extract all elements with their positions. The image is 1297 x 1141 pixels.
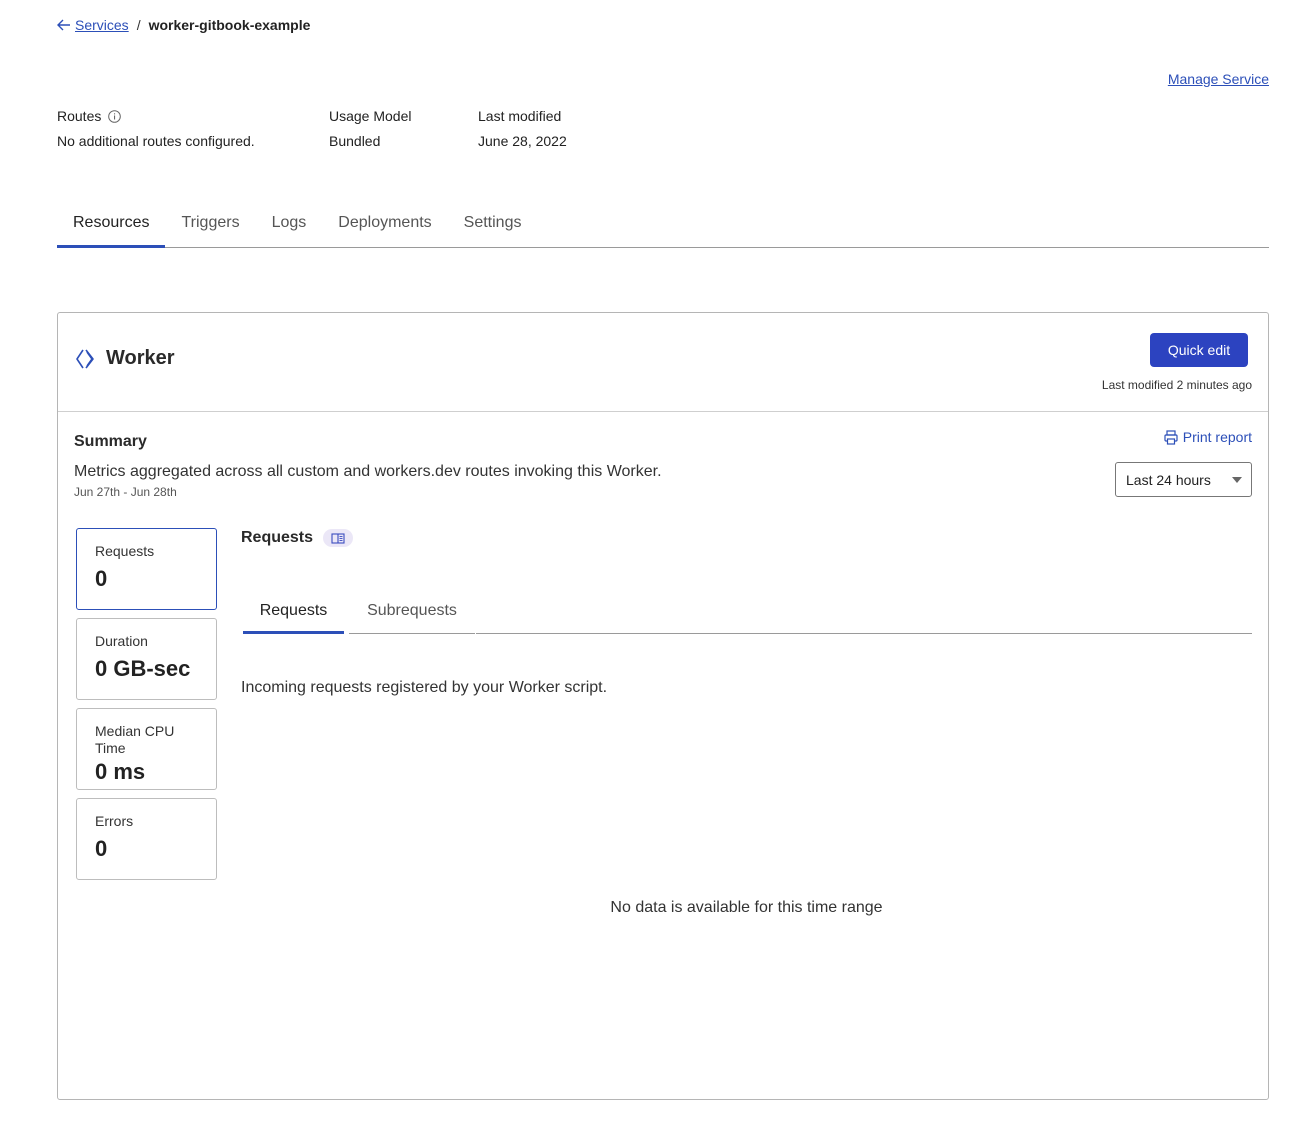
arrow-left-icon [57, 19, 70, 31]
quick-edit-button[interactable]: Quick edit [1150, 333, 1248, 367]
summary-date-range: Jun 27th - Jun 28th [74, 485, 177, 499]
info-icon[interactable] [108, 109, 122, 123]
last-modified-value: June 28, 2022 [478, 133, 567, 149]
breadcrumb-current: worker-gitbook-example [148, 17, 311, 33]
back-link-label: Services [75, 17, 129, 33]
stat-duration-value: 0 GB-sec [95, 656, 191, 681]
routes-label: Routes [57, 108, 102, 124]
stat-cpu-label: Median CPU Time [95, 723, 175, 756]
time-range-value: Last 24 hours [1126, 471, 1211, 488]
chart-subtabs: Requests Subrequests [241, 594, 1252, 634]
stat-errors-value: 0 [95, 836, 108, 861]
stat-duration[interactable]: Duration 0 GB-sec [76, 618, 217, 700]
routes-value: No additional routes configured. [57, 133, 255, 149]
tab-settings[interactable]: Settings [448, 205, 538, 248]
stat-errors[interactable]: Errors 0 [76, 798, 217, 880]
tab-resources[interactable]: Resources [57, 205, 166, 248]
print-report-link[interactable]: Print report [1164, 429, 1252, 445]
summary-description: Metrics aggregated across all custom and… [74, 463, 662, 480]
usage-model-info: Usage Model Bundled [329, 107, 412, 149]
print-report-label: Print report [1182, 429, 1252, 445]
docs-badge[interactable] [323, 529, 354, 547]
chart-title-text: Requests [241, 529, 314, 546]
routes-info: Routes No additional routes configured. [57, 107, 255, 149]
last-modified-info: Last modified June 28, 2022 [478, 107, 567, 149]
worker-title-text: Worker [106, 347, 175, 369]
tab-logs[interactable]: Logs [256, 205, 323, 248]
stat-requests-value: 0 [95, 566, 108, 591]
manage-service-link[interactable]: Manage Service [1168, 71, 1269, 87]
worker-card: Worker Quick edit Last modified 2 minute… [57, 312, 1269, 1100]
stat-errors-label: Errors [95, 813, 134, 829]
book-icon [331, 532, 345, 544]
back-to-services-link[interactable]: Services [57, 17, 129, 33]
breadcrumb: Services / worker-gitbook-example [57, 17, 310, 33]
chart-description: Incoming requests registered by your Wor… [241, 679, 608, 696]
usage-model-label: Usage Model [329, 108, 412, 124]
last-modified-label: Last modified [478, 108, 562, 124]
stat-requests-label: Requests [95, 543, 155, 559]
no-data-message: No data is available for this time range [610, 899, 883, 916]
breadcrumb-separator: / [136, 17, 141, 33]
subtab-requests[interactable]: Requests [243, 594, 344, 634]
summary-title: Summary [74, 433, 147, 450]
stat-requests[interactable]: Requests 0 [76, 528, 217, 610]
printer-icon [1164, 429, 1178, 445]
worker-card-header: Worker Quick edit Last modified 2 minute… [58, 313, 1268, 412]
tab-triggers[interactable]: Triggers [165, 205, 255, 248]
stat-duration-label: Duration [95, 633, 148, 649]
usage-model-value: Bundled [329, 133, 381, 149]
stat-median-cpu-time[interactable]: Median CPU Time 0 ms [76, 708, 217, 790]
service-tabs: Resources Triggers Logs Deployments Sett… [57, 205, 1269, 248]
worker-last-modified: Last modified 2 minutes ago [1101, 378, 1252, 392]
stat-cpu-value: 0 ms [95, 759, 146, 784]
caret-down-icon [1232, 477, 1242, 483]
subtab-subrequests[interactable]: Subrequests [349, 594, 475, 634]
tab-deployments[interactable]: Deployments [322, 205, 447, 248]
time-range-select[interactable]: Last 24 hours [1115, 462, 1252, 497]
worker-icon [76, 349, 94, 368]
worker-title: Worker [76, 347, 175, 370]
subtabs-divider [476, 633, 1252, 634]
chart-title: Requests [241, 529, 354, 547]
